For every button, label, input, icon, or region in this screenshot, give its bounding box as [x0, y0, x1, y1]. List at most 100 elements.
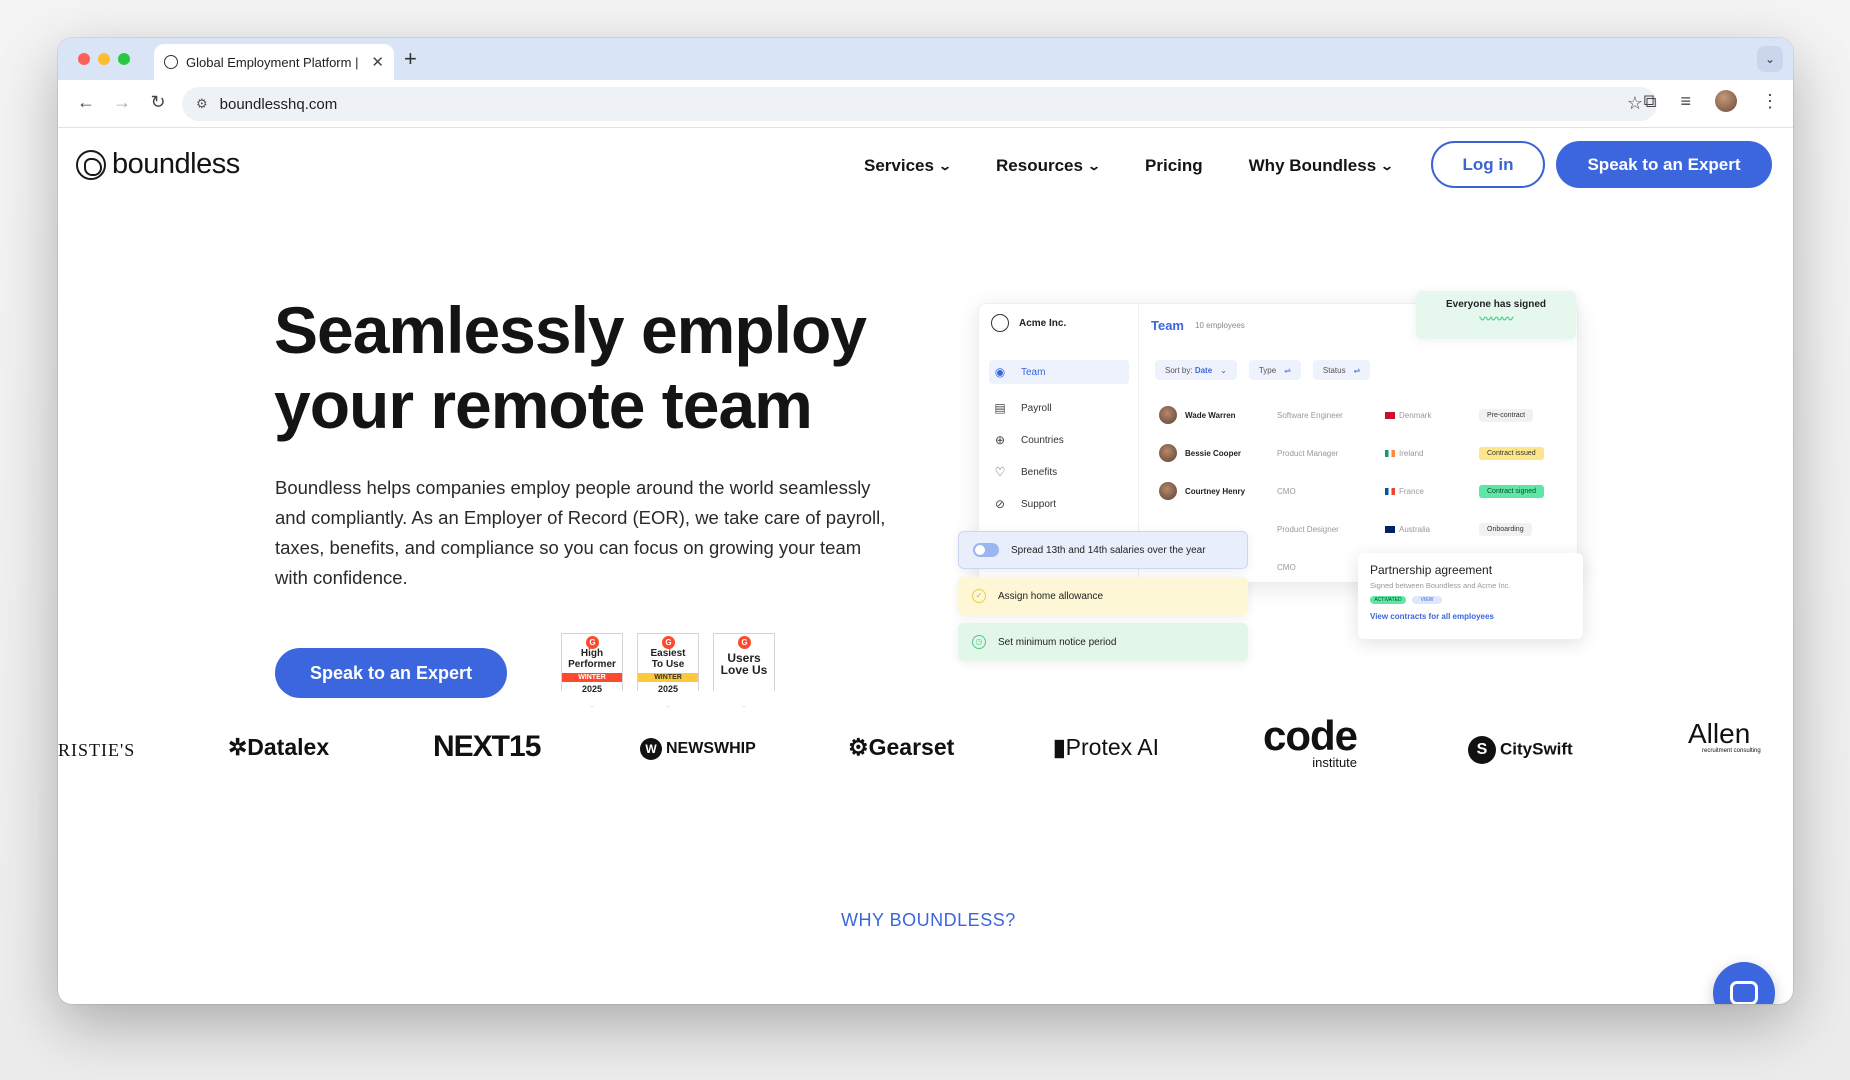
heart-icon: ♡	[994, 465, 1006, 479]
nav-label: Resources	[996, 156, 1083, 175]
france-flag-icon	[1385, 487, 1395, 495]
close-window-button[interactable]	[78, 53, 90, 65]
window-controls	[78, 53, 130, 65]
chevron-down-icon: ⌄	[1086, 159, 1102, 173]
nav-resources[interactable]: Resources ⌄	[996, 156, 1102, 176]
url-text: boundlesshq.com	[219, 95, 338, 113]
badge-year: 2025	[657, 684, 679, 694]
mockup-nav-benefits: ♡ Benefits	[989, 456, 1129, 488]
status-label: Status	[1322, 365, 1346, 375]
clock-icon: ◷	[972, 635, 986, 649]
chat-widget-button[interactable]	[1713, 962, 1775, 1004]
badge-line2: Performer	[568, 659, 616, 670]
badge-season: WINTER	[562, 673, 622, 682]
logo-text: Datalex	[247, 734, 330, 760]
site-logo[interactable]: boundless	[76, 148, 240, 181]
type-label: Type	[1258, 365, 1277, 375]
compass-icon: ⊘	[994, 497, 1006, 511]
gear-icon: ⚙	[848, 734, 869, 760]
notice-period-card: ◷ Set minimum notice period	[958, 623, 1248, 661]
logo-text: NEWSWHIP	[666, 740, 756, 757]
site-settings-icon[interactable]: ⚙	[196, 96, 208, 112]
back-arrow-icon[interactable]: ←	[74, 92, 98, 113]
tab-search-chevron-icon[interactable]: ⌄	[1757, 46, 1783, 72]
team-title: Team	[1151, 318, 1184, 333]
company-logo-icon	[991, 314, 1009, 332]
next15-logo: NEXT15	[433, 730, 541, 763]
sliders-icon: ⇌	[1284, 365, 1291, 375]
logo-text: boundless	[112, 148, 240, 180]
code-institute-logo: code institute	[1263, 712, 1358, 770]
calculator-icon: ▤	[994, 401, 1006, 415]
sort-filter: Sort by: Date ⌄	[1155, 360, 1237, 380]
country-name: France	[1399, 486, 1424, 496]
australia-flag-icon	[1385, 525, 1395, 533]
bookmark-star-icon[interactable]: ☆	[1627, 93, 1643, 114]
chevron-down-icon: ⌄	[1220, 365, 1227, 375]
g2-logo-icon: G	[738, 636, 751, 649]
company-name: Acme Inc.	[1019, 317, 1067, 329]
team-count: 10 employees	[1195, 321, 1245, 330]
card-text: Spread 13th and 14th salaries over the y…	[1011, 544, 1206, 556]
logo-text: Allen	[1688, 718, 1751, 749]
reload-icon[interactable]: ↻	[146, 92, 170, 113]
login-button[interactable]: Log in	[1431, 141, 1545, 188]
mockup-nav: ◉ Team ▤ Payroll ⊕ Countries ♡ Benefits ⊘ Sup…	[989, 360, 1129, 520]
nav-label: Why Boundless	[1248, 156, 1377, 175]
cityswift-logo: S CitySwift	[1468, 736, 1573, 764]
logo-text: code	[1263, 712, 1358, 759]
speak-to-expert-button-header[interactable]: Speak to an Expert	[1556, 141, 1772, 188]
datalex-logo: ✲Datalex	[228, 734, 329, 761]
maximize-window-button[interactable]	[118, 53, 130, 65]
logo-text: Protex AI	[1065, 734, 1159, 760]
nav-services[interactable]: Services ⌄	[864, 156, 953, 176]
profile-avatar[interactable]	[1715, 90, 1737, 112]
nav-pricing[interactable]: Pricing	[1145, 156, 1203, 176]
speak-to-expert-button-hero[interactable]: Speak to an Expert	[275, 648, 507, 698]
why-boundless-heading: WHY BOUNDLESS?	[841, 910, 1016, 930]
product-mockup: Acme Inc. ◉ Team ▤ Payroll ⊕ Countries ♡ Ben…	[958, 291, 1638, 661]
partner-tags: ACTIVATED VIEW	[1370, 596, 1571, 604]
view-tag: VIEW	[1412, 596, 1442, 604]
employee-role: Product Designer	[1277, 524, 1339, 534]
employee-country: Ireland	[1385, 449, 1479, 458]
address-bar[interactable]: ⚙ boundlesshq.com ☆	[182, 87, 1657, 121]
nav-why-boundless[interactable]: Why Boundless ⌄	[1248, 156, 1395, 176]
toggle-switch	[973, 543, 999, 557]
menu-kebab-icon[interactable]: ⋮	[1761, 91, 1779, 112]
customer-logos: RISTIE'S ✲Datalex NEXT15 W NEWSWHIP ⚙Gear…	[58, 712, 1793, 786]
datalex-mark-icon: ✲	[228, 734, 248, 760]
employee-name: Wade Warren	[1185, 410, 1236, 420]
type-filter: Type ⇌	[1248, 360, 1301, 380]
mockup-nav-payroll: ▤ Payroll	[989, 392, 1129, 424]
signed-text: Everyone has signed	[1445, 299, 1547, 310]
nav-label: Team	[1021, 366, 1046, 378]
hero-title: Seamlessly employ your remote team	[274, 293, 867, 442]
mockup-company: Acme Inc.	[991, 314, 1066, 332]
browser-tab[interactable]: Global Employment Platform | ✕	[154, 44, 394, 80]
media-control-icon[interactable]: ≡	[1680, 91, 1691, 112]
chevron-down-icon: ⌄	[1380, 159, 1395, 173]
badge-season: WINTER	[638, 673, 698, 682]
employee-role: Software Engineer	[1277, 410, 1343, 420]
cityswift-mark-icon: S	[1468, 736, 1496, 764]
avatar	[1159, 482, 1177, 500]
forward-arrow-icon[interactable]: →	[110, 92, 134, 113]
avatar	[1159, 406, 1177, 424]
chat-bubble-icon	[1730, 981, 1758, 1004]
extensions-icon[interactable]: ⧉	[1644, 91, 1657, 112]
protexai-logo: ▮Protex AI	[1053, 734, 1159, 761]
minimize-window-button[interactable]	[98, 53, 110, 65]
logo-subtext: recruitment consulting	[1702, 748, 1761, 754]
mockup-nav-countries: ⊕ Countries	[989, 424, 1129, 456]
new-tab-button[interactable]: +	[404, 46, 417, 72]
partner-title: Partnership agreement	[1370, 563, 1493, 577]
sort-label: Sort by:	[1165, 365, 1193, 375]
nav-label: Support	[1021, 498, 1057, 510]
tab-strip: Global Employment Platform | ✕ + ⌄	[58, 38, 1793, 80]
chevron-down-icon: ⌄	[937, 159, 953, 173]
employee-country: Australia	[1385, 525, 1479, 534]
status-badge: Pre-contract	[1479, 408, 1534, 422]
favicon-icon	[164, 55, 178, 69]
tab-close-icon[interactable]: ✕	[371, 53, 384, 71]
